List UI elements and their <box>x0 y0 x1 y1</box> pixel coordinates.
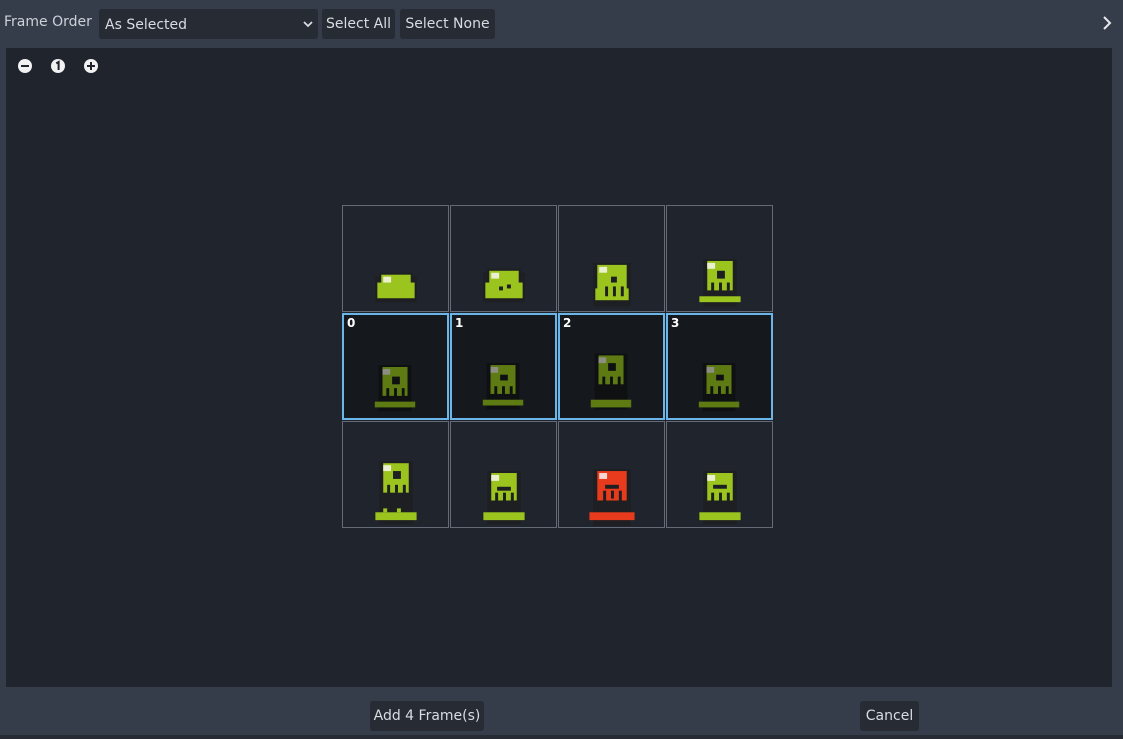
window-bottom-edge <box>0 735 1123 739</box>
slime-sprite <box>375 272 417 303</box>
chevron-right-icon[interactable] <box>1100 14 1114 32</box>
slime-sprite <box>699 258 741 307</box>
zoom-reset-icon[interactable] <box>50 58 66 74</box>
slime-sprite <box>590 353 632 410</box>
sprite-cell-selected[interactable]: 3 <box>666 313 773 420</box>
chevron-down-icon <box>303 21 313 28</box>
slime-sprite <box>374 365 416 412</box>
sprite-cell[interactable] <box>450 421 557 528</box>
sprite-cell[interactable] <box>450 205 557 312</box>
slime-sprite <box>483 268 525 303</box>
add-frames-button[interactable]: Add 4 Frame(s) <box>370 701 484 731</box>
select-none-button[interactable]: Select None <box>400 9 495 39</box>
frame-order-dropdown[interactable]: As Selected <box>99 9 318 39</box>
select-all-button[interactable]: Select All <box>322 9 395 39</box>
slime-sprite <box>698 363 740 412</box>
zoom-in-icon[interactable] <box>83 58 99 74</box>
zoom-out-icon[interactable] <box>17 58 33 74</box>
sprite-sheet-view[interactable]: 0 1 2 3 <box>6 48 1112 687</box>
slime-sprite <box>483 471 525 525</box>
slime-sprite <box>482 363 524 410</box>
slime-sprite <box>593 262 631 307</box>
sprite-cell[interactable] <box>342 421 449 528</box>
slime-sprite <box>589 469 635 527</box>
sprite-cell-selected[interactable]: 2 <box>558 313 665 420</box>
sprite-cell[interactable] <box>342 205 449 312</box>
sprite-sheet-grid: 0 1 2 3 <box>342 205 773 528</box>
sprite-cell-selected[interactable]: 0 <box>342 313 449 420</box>
frame-order-label: Frame Order <box>4 14 92 30</box>
slime-sprite <box>699 471 741 525</box>
sprite-cell-selected[interactable]: 1 <box>450 313 557 420</box>
toolbar: Frame Order As Selected Select All Selec… <box>0 4 1123 42</box>
sprite-cell[interactable] <box>558 421 665 528</box>
frame-order-value: As Selected <box>105 17 188 33</box>
slime-sprite <box>375 461 417 525</box>
sprite-cell[interactable] <box>558 205 665 312</box>
sprite-cell[interactable] <box>666 205 773 312</box>
sprite-cell[interactable] <box>666 421 773 528</box>
cancel-button[interactable]: Cancel <box>860 701 919 731</box>
